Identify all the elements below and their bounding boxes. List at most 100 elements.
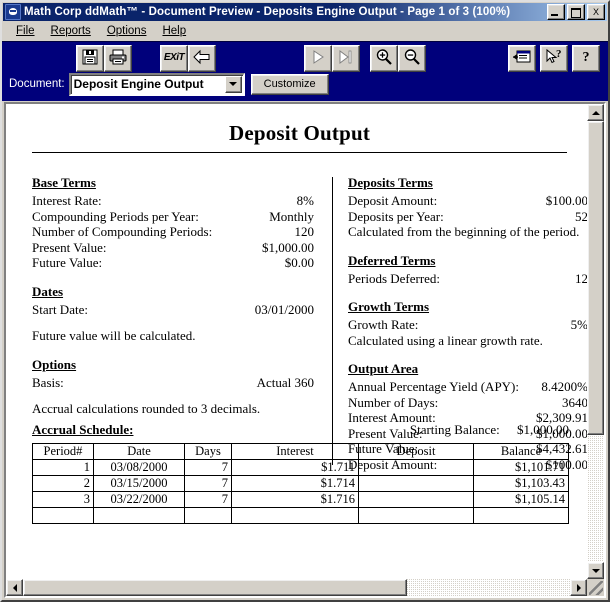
field-row: Number of Days: 3640 (348, 395, 587, 411)
next-page-button[interactable] (304, 45, 332, 72)
cell-period: 2 (32, 475, 94, 492)
cell-date: 03/15/2000 (93, 475, 185, 492)
field-value: 3640 (562, 394, 587, 410)
context-help-button[interactable]: ? (540, 45, 568, 72)
cell-balance: $1,101.71 (473, 459, 569, 476)
cell-date: 03/22/2000 (93, 491, 185, 508)
svg-text:?: ? (556, 48, 562, 60)
chevron-down-icon[interactable] (224, 75, 242, 93)
table-row (32, 507, 569, 524)
save-button[interactable] (76, 45, 104, 72)
zoom-out-button[interactable] (398, 45, 426, 72)
magnifier-plus-icon (376, 49, 392, 65)
menu-item-options[interactable]: Options (99, 24, 155, 38)
cell-days (184, 507, 232, 524)
field-value: $1,000.00 (262, 239, 314, 255)
previous-page-button[interactable] (188, 45, 216, 72)
field-value: $0.00 (284, 255, 314, 270)
print-button[interactable] (104, 45, 132, 72)
field-label: Annual Percentage Yield (APY): (348, 379, 519, 394)
exit-button[interactable]: EXiT (160, 45, 188, 72)
cell-days: 7 (184, 475, 232, 492)
arrow-question-icon: ? (546, 48, 562, 64)
field-row: Compounding Periods per Year: Monthly (32, 209, 314, 225)
vertical-scrollbar[interactable] (587, 104, 604, 579)
field-label: Number of Compounding Periods: (32, 224, 213, 239)
scroll-right-button[interactable] (570, 579, 587, 596)
field-label: Interest Rate: (32, 193, 102, 208)
field-row: Present Value: $1,000.00 (32, 240, 314, 256)
toolbar: EXiT ? ? Document: Deposit Engine Output… (2, 41, 608, 101)
document-label: Document: (9, 78, 65, 90)
accrual-schedule-table: Period# Date Days Interest Deposit Balan… (32, 443, 569, 524)
zoom-in-button[interactable] (370, 45, 398, 72)
section-heading-dates: Dates (32, 283, 64, 299)
cell-period: 3 (32, 491, 94, 508)
scroll-left-button[interactable] (6, 579, 23, 596)
field-label: Present Value: (32, 239, 107, 255)
customize-button[interactable]: Customize (250, 73, 329, 95)
scroll-down-button[interactable] (587, 562, 604, 579)
field-row: Periods Deferred: 12 (348, 271, 587, 287)
help-button[interactable]: ? (572, 45, 600, 72)
horizontal-scrollbar-thumb[interactable] (23, 579, 407, 596)
page-title: Deposit Output (228, 121, 371, 145)
field-row: Future Value: $0.00 (32, 255, 314, 271)
field-value: 8.4200% (541, 379, 587, 394)
menu-item-file-label: File (16, 24, 35, 37)
field-row: Number of Compounding Periods: 120 (32, 224, 314, 240)
form-view-button[interactable] (508, 45, 536, 72)
field-row: Deposit Amount: $100.00 (348, 193, 587, 209)
arrow-down-icon (591, 568, 600, 573)
starting-balance-label: Starting Balance: (409, 422, 500, 437)
maximize-button[interactable] (567, 4, 585, 20)
cell-interest (231, 507, 359, 524)
magnifier-minus-icon (404, 49, 420, 65)
preview-client-area: Deposit Output Base Terms Interest Rate:… (4, 102, 606, 598)
close-button[interactable]: X (587, 4, 605, 20)
field-row: Basis: Actual 360 (32, 375, 314, 391)
field-value: 5% (570, 317, 587, 332)
starting-balance-value: $1,000.00 (517, 422, 569, 437)
page-viewport: Deposit Output Base Terms Interest Rate:… (6, 104, 587, 579)
left-column: Base Terms Interest Rate: 8% Compounding … (32, 175, 314, 417)
horizontal-scrollbar[interactable] (6, 579, 587, 596)
scroll-up-button[interactable] (587, 104, 604, 121)
field-label: Future Value: (32, 255, 103, 270)
printer-icon (109, 49, 127, 65)
arrow-left-icon (193, 49, 210, 65)
field-label: Growth Rate: (348, 317, 419, 332)
last-page-button[interactable] (332, 45, 360, 72)
field-label: Deposit Amount: (348, 193, 438, 208)
column-header-interest: Interest (231, 443, 359, 460)
document-select[interactable]: Deposit Engine Output (68, 72, 245, 96)
starting-balance: Starting Balance: $1,000.00 (410, 422, 569, 438)
app-icon (5, 4, 21, 20)
column-header-period: Period# (32, 443, 94, 460)
title-divider (32, 152, 567, 153)
field-value: 8% (296, 193, 314, 208)
menu-item-reports[interactable]: Reports (43, 24, 99, 38)
menu-item-file[interactable]: File (8, 24, 43, 38)
field-label: Basis: (32, 374, 64, 390)
table-header-row: Period# Date Days Interest Deposit Balan… (32, 443, 569, 460)
application-window: Math Corp ddMath™ - Document Preview - D… (0, 0, 610, 602)
field-label: Start Date: (32, 301, 88, 317)
field-value: 03/01/2000 (254, 301, 314, 317)
menu-item-help[interactable]: Help (154, 24, 194, 38)
menu-item-help-label: Help (162, 24, 187, 37)
field-label: Periods Deferred: (348, 270, 441, 286)
floppy-disk-icon (82, 49, 98, 65)
section-heading-deposits-terms: Deposits Terms (348, 175, 433, 190)
close-icon: X (592, 6, 599, 17)
vertical-scrollbar-thumb[interactable] (587, 121, 604, 435)
resize-grip[interactable] (587, 579, 604, 596)
field-row: Start Date: 03/01/2000 (32, 302, 314, 318)
column-header-date: Date (93, 443, 185, 460)
minimize-button[interactable] (547, 4, 565, 20)
section-heading-options: Options (32, 356, 77, 372)
field-label: Number of Days: (348, 394, 439, 410)
